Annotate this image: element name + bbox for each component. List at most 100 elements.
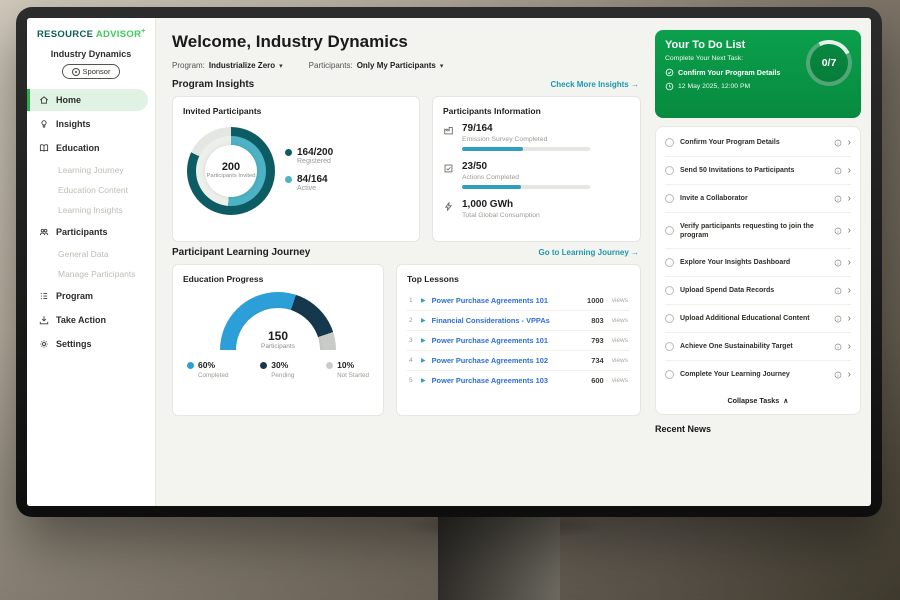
check-more-insights-link[interactable]: Check More Insights →	[551, 80, 639, 89]
lesson-link[interactable]: Power Purchase Agreements 103	[432, 376, 586, 385]
info-icon[interactable]	[834, 287, 842, 295]
top-lessons-card: Top Lessons 1 ▶ Power Purchase Agreement…	[396, 264, 641, 416]
info-label: Total Global Consumption	[462, 212, 540, 219]
org-name: Industry Dynamics	[27, 49, 155, 59]
list-icon	[39, 291, 49, 301]
sidebar-item-label: Education Content	[58, 185, 128, 195]
task-row-verify-participants[interactable]: Verify participants requesting to join t…	[665, 213, 851, 249]
energy-icon	[443, 199, 454, 223]
todo-panel: Your To Do List Complete Your Next Task:…	[653, 18, 871, 506]
task-checkbox[interactable]	[665, 258, 674, 267]
chevron-right-icon[interactable]: ›	[848, 194, 851, 204]
task-row-invite-collaborator[interactable]: Invite a Collaborator ›	[665, 185, 851, 213]
donut-center: 200 Participants Invited	[205, 145, 257, 197]
task-row-confirm-program[interactable]: Confirm Your Program Details ›	[665, 129, 851, 157]
task-checkbox[interactable]	[665, 286, 674, 295]
legend-dot	[285, 149, 292, 156]
info-icon[interactable]	[834, 195, 842, 203]
legend-item-registered: 164/200 Registered	[285, 147, 333, 165]
info-icon[interactable]	[834, 167, 842, 175]
info-icon[interactable]	[834, 259, 842, 267]
education-progress-card: Education Progress 150 Participants	[172, 264, 384, 416]
emission-progress-bar	[462, 147, 590, 151]
collapse-tasks-button[interactable]: Collapse Tasks ∧	[665, 388, 851, 412]
section-title: Participant Learning Journey	[172, 247, 310, 258]
task-checkbox[interactable]	[665, 194, 674, 203]
task-checkbox[interactable]	[665, 166, 674, 175]
legend-label: Not Started	[326, 372, 369, 379]
check-circle-icon	[665, 68, 674, 77]
lesson-row: 4 ▶ Power Purchase Agreements 102 734 vi…	[407, 351, 630, 371]
sidebar-item-education-content[interactable]: Education Content	[27, 180, 155, 200]
sidebar-item-manage-participants[interactable]: Manage Participants	[27, 264, 155, 284]
lesson-views-label: views	[612, 377, 628, 384]
lesson-link[interactable]: Power Purchase Agreements 101	[432, 336, 586, 345]
sidebar-item-learning-journey[interactable]: Learning Journey	[27, 160, 155, 180]
collapse-label: Collapse Tasks	[727, 396, 779, 405]
info-icon[interactable]	[834, 139, 842, 147]
recent-news-title: Recent News	[655, 424, 861, 434]
lesson-link[interactable]: Power Purchase Agreements 101	[432, 296, 581, 305]
desk-background: RESOURCE ADVISOR+ Industry Dynamics Spon…	[0, 0, 900, 600]
legend-item-not-started: 10% Not Started	[326, 360, 369, 379]
sidebar-item-label: Participants	[56, 227, 108, 237]
sidebar-item-home[interactable]: Home	[27, 89, 148, 111]
chevron-right-icon[interactable]: ›	[848, 342, 851, 352]
sidebar-item-take-action[interactable]: Take Action	[27, 309, 155, 331]
sidebar-item-learning-insights[interactable]: Learning Insights	[27, 200, 155, 220]
task-checkbox[interactable]	[665, 314, 674, 323]
info-icon[interactable]	[834, 371, 842, 379]
info-icon[interactable]	[834, 315, 842, 323]
sidebar-item-participants[interactable]: Participants	[27, 221, 155, 243]
legend-dot	[285, 176, 292, 183]
sidebar-item-education[interactable]: Education	[27, 137, 155, 159]
lesson-bullet-icon: ▶	[421, 377, 426, 384]
go-to-learning-journey-link[interactable]: Go to Learning Journey →	[539, 248, 639, 257]
task-row-explore-insights[interactable]: Explore Your Insights Dashboard ›	[665, 249, 851, 277]
chevron-right-icon[interactable]: ›	[848, 370, 851, 380]
chevron-right-icon[interactable]: ›	[848, 258, 851, 268]
lesson-link[interactable]: Power Purchase Agreements 102	[432, 356, 586, 365]
info-icon[interactable]	[834, 227, 842, 235]
todo-next-task-label: Confirm Your Program Details	[678, 68, 780, 77]
lesson-link[interactable]: Financial Considerations - VPPAs	[432, 316, 586, 325]
task-checkbox[interactable]	[665, 138, 674, 147]
task-label: Achieve One Sustainability Target	[680, 342, 828, 351]
sidebar-item-settings[interactable]: Settings	[27, 333, 155, 355]
legend-value: 30%	[271, 360, 288, 370]
sidebar-item-label: Manage Participants	[58, 269, 136, 279]
info-icon[interactable]	[834, 343, 842, 351]
task-checkbox[interactable]	[665, 226, 674, 235]
sidebar-item-insights[interactable]: Insights	[27, 113, 155, 135]
task-label: Upload Additional Educational Content	[680, 314, 828, 323]
task-checkbox[interactable]	[665, 370, 674, 379]
task-row-complete-learning-journey[interactable]: Complete Your Learning Journey ›	[665, 361, 851, 388]
task-row-send-invitations[interactable]: Send 50 Invitations to Participants ›	[665, 157, 851, 185]
sidebar-item-program[interactable]: Program	[27, 285, 155, 307]
sidebar-item-label: General Data	[58, 249, 109, 259]
todo-task-list: Confirm Your Program Details › Send 50 I…	[655, 126, 861, 415]
task-row-upload-educational-content[interactable]: Upload Additional Educational Content ›	[665, 305, 851, 333]
task-checkbox[interactable]	[665, 342, 674, 351]
clock-icon	[665, 82, 674, 91]
participants-information-card: Participants Information 79/164 Emission…	[432, 96, 641, 242]
participants-dropdown[interactable]: Participants: Only My Participants ▾	[309, 61, 444, 70]
chevron-right-icon[interactable]: ›	[848, 166, 851, 176]
program-dropdown[interactable]: Program: Industrialize Zero ▾	[172, 61, 283, 70]
task-row-achieve-target[interactable]: Achieve One Sustainability Target ›	[665, 333, 851, 361]
main-content: Welcome, Industry Dynamics Program: Indu…	[156, 18, 653, 506]
legend-value: 164/200	[297, 147, 333, 158]
donut-center-label: Participants Invited	[207, 173, 256, 180]
insights-cards-row: Invited Participants 200 Participants In…	[172, 96, 641, 242]
task-row-upload-spend-data[interactable]: Upload Spend Data Records ›	[665, 277, 851, 305]
chevron-right-icon[interactable]: ›	[848, 286, 851, 296]
lesson-row: 5 ▶ Power Purchase Agreements 103 600 vi…	[407, 371, 630, 390]
arrow-right-icon: →	[631, 248, 639, 257]
lesson-views-label: views	[612, 317, 628, 324]
program-label: Program:	[172, 61, 205, 70]
chevron-right-icon[interactable]: ›	[848, 138, 851, 148]
sponsor-badge[interactable]: Sponsor	[62, 64, 121, 79]
sidebar-item-general-data[interactable]: General Data	[27, 244, 155, 264]
chevron-right-icon[interactable]: ›	[848, 226, 851, 236]
chevron-right-icon[interactable]: ›	[848, 314, 851, 324]
